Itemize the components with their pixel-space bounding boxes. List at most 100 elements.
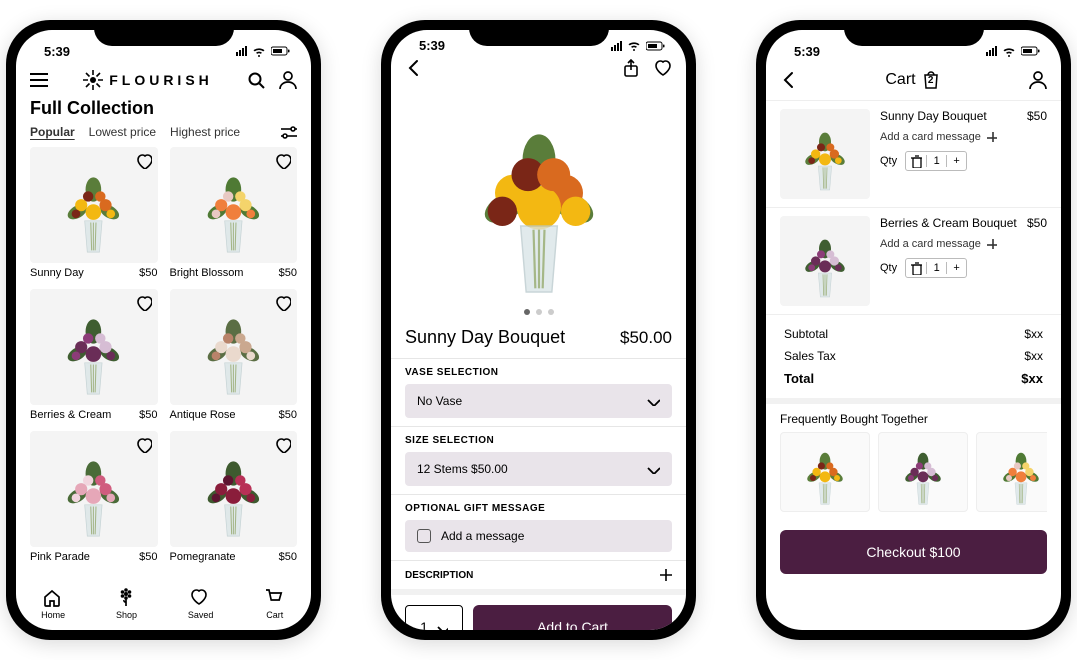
image-pagination[interactable] [391,309,686,323]
share-icon[interactable] [622,59,640,77]
description-label: DESCRIPTION [405,570,473,581]
search-icon[interactable] [248,72,265,89]
chevron-down-icon [646,464,660,474]
home-icon [42,588,64,608]
fbt-item[interactable] [976,432,1047,512]
product-card[interactable]: Pink Parade $50 [30,431,158,563]
cart-item-name: Sunny Day Bouquet [880,109,987,123]
subtotal-value: $xx [1024,327,1043,341]
nav-cart[interactable]: Cart [264,588,286,620]
qty-plus[interactable]: + [946,155,966,167]
cart-item-image[interactable] [780,109,870,199]
plus-icon [660,569,672,581]
qty-control[interactable]: 1 + [905,258,967,278]
nav-home[interactable]: Home [41,588,65,620]
nav-label: Saved [188,610,214,620]
checkbox-icon [417,529,431,543]
status-time: 5:39 [419,38,445,53]
product-card[interactable]: Pomegranate $50 [170,431,298,563]
gift-message-toggle[interactable]: Add a message [405,520,672,552]
total-label: Total [784,371,814,386]
plus-icon [987,239,997,249]
nav-label: Cart [266,610,283,620]
product-name: Pink Parade [30,551,90,563]
product-name: Bright Blossom [170,267,244,279]
product-card[interactable]: Antique Rose $50 [170,289,298,421]
status-time: 5:39 [44,44,70,59]
qty-plus[interactable]: + [946,262,966,274]
size-value: 12 Stems $50.00 [417,462,508,476]
quantity-select[interactable]: 1 [405,605,463,630]
favorite-icon[interactable] [275,153,291,169]
product-price: $50 [139,409,157,421]
cart-title: Cart 2 [885,70,939,90]
sort-highest[interactable]: Highest price [170,125,240,139]
trash-icon[interactable] [906,154,926,168]
nav-label: Home [41,610,65,620]
qty-label: Qty [880,155,897,167]
vase-value: No Vase [417,394,462,408]
back-icon[interactable] [780,71,796,89]
sort-popular[interactable]: Popular [30,125,75,139]
cart-title-text: Cart [885,71,915,89]
trash-icon[interactable] [906,261,926,275]
qty-label: Qty [880,262,897,274]
favorite-icon[interactable] [136,153,152,169]
flower-icon [116,588,138,608]
fbt-title: Frequently Bought Together [780,412,1047,432]
product-name: Antique Rose [170,409,236,421]
favorite-icon[interactable] [275,437,291,453]
account-icon[interactable] [1029,71,1047,90]
product-card[interactable]: Bright Blossom $50 [170,147,298,279]
battery-icon [271,46,291,56]
cart-count: 2 [922,75,940,86]
add-to-cart-button[interactable]: Add to Cart [473,605,672,630]
gift-section-label: OPTIONAL GIFT MESSAGE [405,503,672,520]
add-card-message[interactable]: Add a card message [880,131,1047,143]
nav-shop[interactable]: Shop [116,588,138,620]
status-time: 5:39 [794,44,820,59]
product-price: $50 [139,267,157,279]
brand-logo[interactable]: FLOURISH [83,70,213,90]
product-image[interactable] [391,83,686,309]
gift-message-label: Add a message [441,529,524,543]
signal-icon [611,41,624,51]
fbt-item[interactable] [780,432,870,512]
product-name: Berries & Cream [30,409,111,421]
cart-item: Berries & Cream Bouquet $50 Add a card m… [766,207,1061,314]
brand-name: FLOURISH [109,72,213,88]
back-icon[interactable] [405,59,421,77]
checkout-button[interactable]: Checkout $100 [780,530,1047,574]
cart-item-image[interactable] [780,216,870,306]
cart-item: Sunny Day Bouquet $50 Add a card message… [766,100,1061,207]
cart-items: Sunny Day Bouquet $50 Add a card message… [766,100,1061,314]
wifi-icon [253,46,267,57]
wifi-icon [1003,46,1017,57]
add-card-message[interactable]: Add a card message [880,238,1047,250]
filter-icon[interactable] [281,126,297,139]
sort-lowest[interactable]: Lowest price [89,125,156,139]
description-expand[interactable]: DESCRIPTION [391,560,686,589]
favorite-icon[interactable] [136,295,152,311]
size-select[interactable]: 12 Stems $50.00 [405,452,672,486]
product-name: Sunny Day [30,267,84,279]
total-value: $xx [1021,371,1043,386]
cart-item-price: $50 [1027,109,1047,123]
product-price: $50.00 [620,328,672,348]
qty-control[interactable]: 1 + [905,151,967,171]
favorite-icon[interactable] [136,437,152,453]
nav-saved[interactable]: Saved [188,588,214,620]
fbt-item[interactable] [878,432,968,512]
checkout-label: Checkout $100 [866,544,960,560]
product-price: $50 [279,551,297,563]
product-card[interactable]: Berries & Cream $50 [30,289,158,421]
tax-value: $xx [1024,349,1043,363]
product-card[interactable]: Sunny Day $50 [30,147,158,279]
favorite-icon[interactable] [275,295,291,311]
vase-select[interactable]: No Vase [405,384,672,418]
favorite-icon[interactable] [654,59,672,77]
menu-icon[interactable] [30,73,48,87]
account-icon[interactable] [279,71,297,90]
product-title: Sunny Day Bouquet [405,327,565,348]
signal-icon [986,46,999,56]
